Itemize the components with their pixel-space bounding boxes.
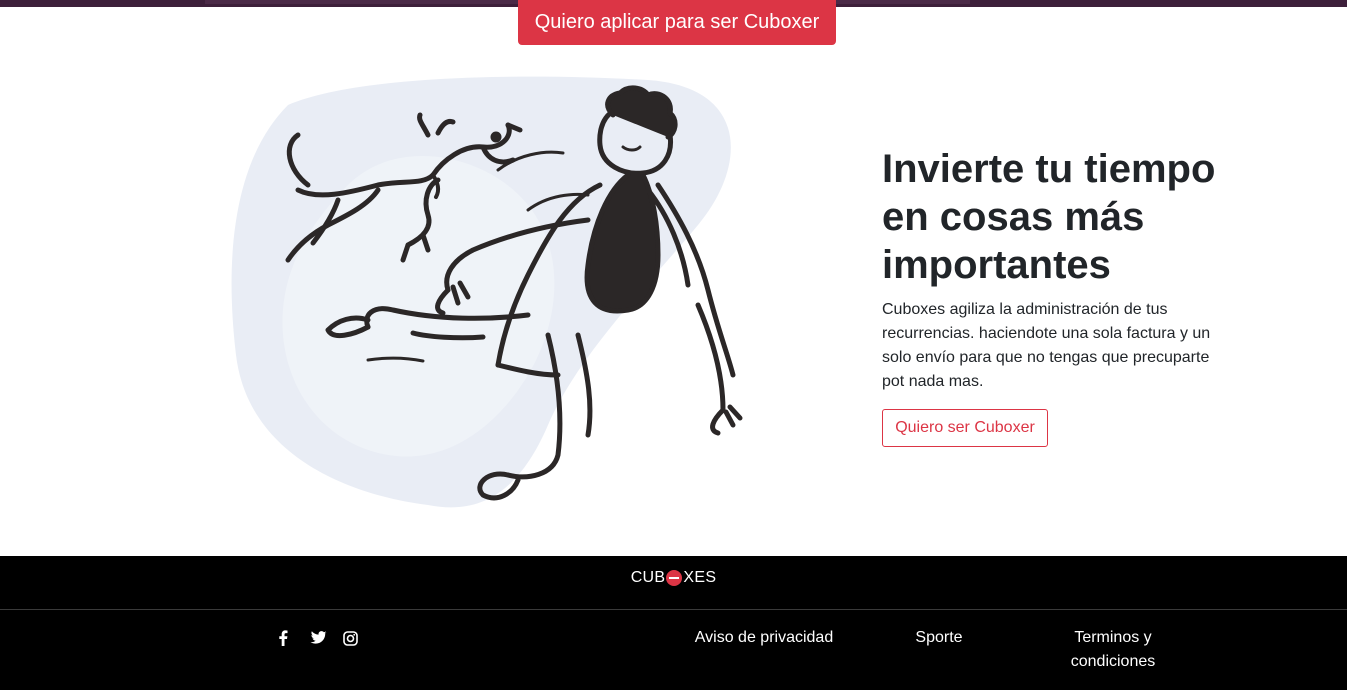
footer-divider [0,609,1347,610]
illustration-svg [231,76,743,508]
brand-prefix: CUB [630,569,666,586]
instagram-icon[interactable] [341,629,359,647]
brand-suffix: XES [683,569,717,586]
twitter-icon[interactable] [309,629,327,647]
brand-o-icon [666,570,683,586]
hero-description: Cuboxes agiliza la administración de tus… [882,301,1211,390]
become-cuboxer-button[interactable]: Quiero ser Cuboxer [882,409,1048,447]
apply-cuboxer-button[interactable]: Quiero aplicar para ser Cuboxer [518,0,836,45]
privacy-notice-link[interactable]: Aviso de privacidad [684,626,844,650]
terms-link[interactable]: Terminos y condiciones [1053,626,1173,674]
facebook-icon[interactable] [274,629,292,647]
support-link[interactable]: Sporte [880,626,998,650]
footer-brand-logo[interactable]: CUB XES [0,569,1347,587]
hero-title: Invierte tu tiempo en cosas más importan… [882,147,1216,287]
footer: CUB XES Aviso de privacidad Sporte Termi… [0,556,1347,690]
person-jumping-with-dog-illustration [228,75,748,515]
